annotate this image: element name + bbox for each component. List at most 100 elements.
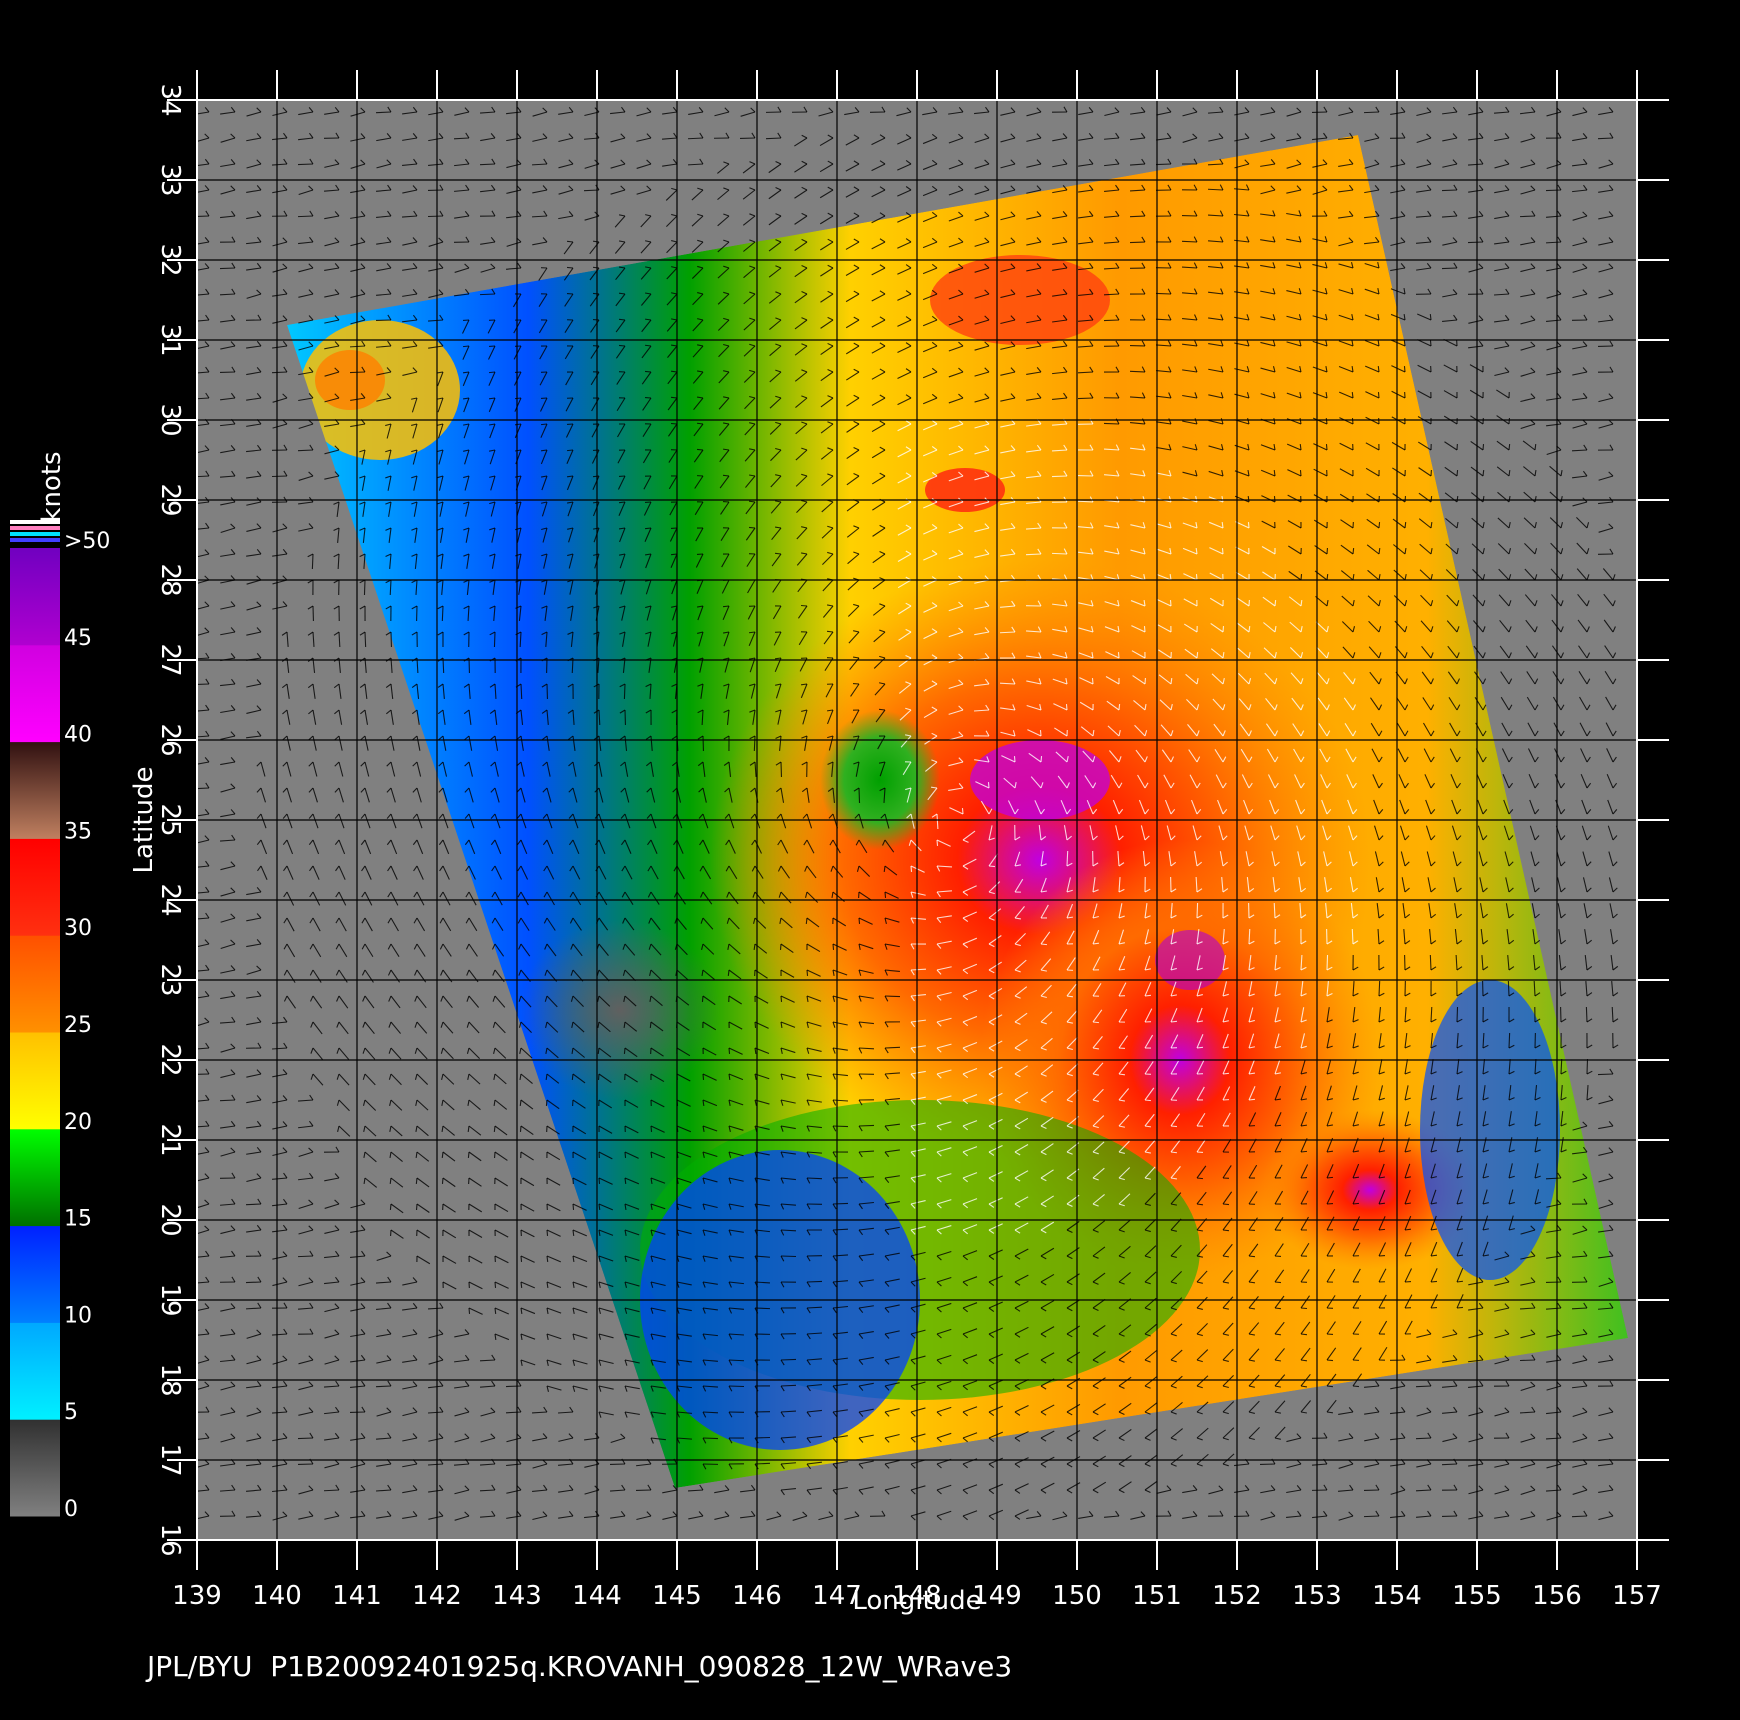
wind-barb [1051,475,1068,478]
wind-barb-feather [649,1021,652,1029]
wind-barb-feather [748,631,756,634]
wind-barb-feather [910,865,913,873]
wind-barb-feather [493,1125,496,1133]
wind-barb-feather [1377,365,1380,373]
wind-barb-feather [1222,1203,1230,1206]
wind-barb-feather [1091,677,1094,685]
wind-barb [999,631,1016,634]
wind-barb-feather [748,526,756,529]
wind-barb [832,1202,849,1205]
wind-barb [1508,1032,1511,1049]
wind-barb [297,449,314,452]
wind-barb [271,371,288,374]
wind-barb-feather [1039,729,1042,737]
wind-barb-feather [1196,1177,1204,1180]
wind-barb-feather [1170,1020,1178,1023]
wind-barb [1378,980,1381,997]
wind-barb-feather [728,1047,731,1055]
wind-barb [493,631,496,648]
wind-barb [1025,553,1042,556]
wind-barb [479,163,496,166]
wind-barb-feather [1222,1229,1230,1232]
wind-barb-feather [566,240,574,243]
wind-barb-feather [1326,573,1329,581]
wind-barb-feather [1378,521,1381,529]
wind-barb [1155,163,1172,166]
wind-barb-feather [1274,1124,1282,1127]
wind-barb-feather [441,1177,444,1185]
wind-barb [1326,954,1329,971]
wind-barb-feather [415,1177,418,1185]
wind-barb-feather [1404,1228,1412,1231]
wind-barb [1129,370,1146,373]
wind-barb [1051,552,1068,555]
wind-barb-feather [618,501,626,504]
wind-barb-feather [1118,968,1126,971]
wind-barb-feather [1325,417,1328,425]
wind-barb [1077,397,1094,400]
wind-barb-feather [1300,1150,1308,1153]
wind-barb-feather [389,1203,392,1211]
wind-barb-feather [936,839,939,847]
wind-barb-feather [592,292,600,295]
wind-barb-feather [566,266,574,269]
wind-barb-feather [545,1099,548,1107]
wind-barb-feather [1403,339,1406,347]
wind-barb [1103,422,1120,425]
wind-barb-feather [467,1151,470,1159]
wind-barb-feather [1118,703,1121,711]
wind-barb-feather [1429,339,1432,347]
wind-barb [1597,1073,1614,1076]
wind-barb-feather [1170,677,1173,685]
wind-barb [1248,928,1251,945]
wind-barb-feather [1169,599,1172,607]
wind-barb-feather [1248,1098,1256,1101]
wind-barb-feather [1274,599,1277,607]
wind-barb [1441,189,1458,192]
wind-barb-feather [1299,443,1302,451]
wind-barb-feather [780,995,783,1003]
wind-barb-feather [1351,391,1354,399]
wind-barb [520,683,523,700]
wind-barb-feather [1013,755,1016,763]
wind-barb [884,1046,901,1049]
wind-barb [806,1177,823,1180]
wind-barb-feather [878,708,886,711]
wind-barb-feather [1482,443,1485,451]
wind-barb [297,163,314,166]
wind-barb-feather [488,371,496,374]
wind-map-figure: 139 140 141 142 143 144 145 146 147 148 149 150 151 1… [10,70,1669,1683]
wind-barb-feather [1170,1151,1178,1154]
wind-barb-feather [624,1151,627,1159]
wind-barb [1129,215,1146,218]
wind-barb-feather [519,1125,522,1133]
wind-barb-feather [1221,547,1224,555]
wind-barb-feather [1040,755,1043,763]
wind-barb-feather [1351,417,1354,425]
wind-barb-feather [624,1177,627,1185]
wind-barb [297,215,314,218]
wind-barb [1560,1058,1563,1075]
wind-barb-feather [1352,1202,1360,1205]
wind-barb-feather [1196,1046,1204,1049]
wind-barb [1207,188,1224,191]
wind-barb-feather [598,1203,601,1211]
wind-barb-feather [1222,1072,1230,1075]
wind-barb-feather [1429,313,1432,321]
wind-barb-feather [1144,1099,1152,1102]
wind-barb-feather [722,605,730,608]
wind-barb-feather [1325,443,1328,451]
wind-barb [1429,954,1432,971]
wind-barb-feather [1273,469,1276,477]
wind-barb-feather [826,630,834,633]
wind-barb [297,1255,314,1258]
wind-barb-feather [598,1177,601,1185]
wind-barb-feather [572,1229,575,1237]
wind-barb [1196,902,1199,919]
wind-barb-feather [1170,1125,1178,1128]
wind-barb-feather [748,500,756,503]
wind-barb [479,293,496,296]
wind-barb [245,1281,262,1284]
wind-barb [1351,928,1354,945]
wind-barb [389,579,392,596]
